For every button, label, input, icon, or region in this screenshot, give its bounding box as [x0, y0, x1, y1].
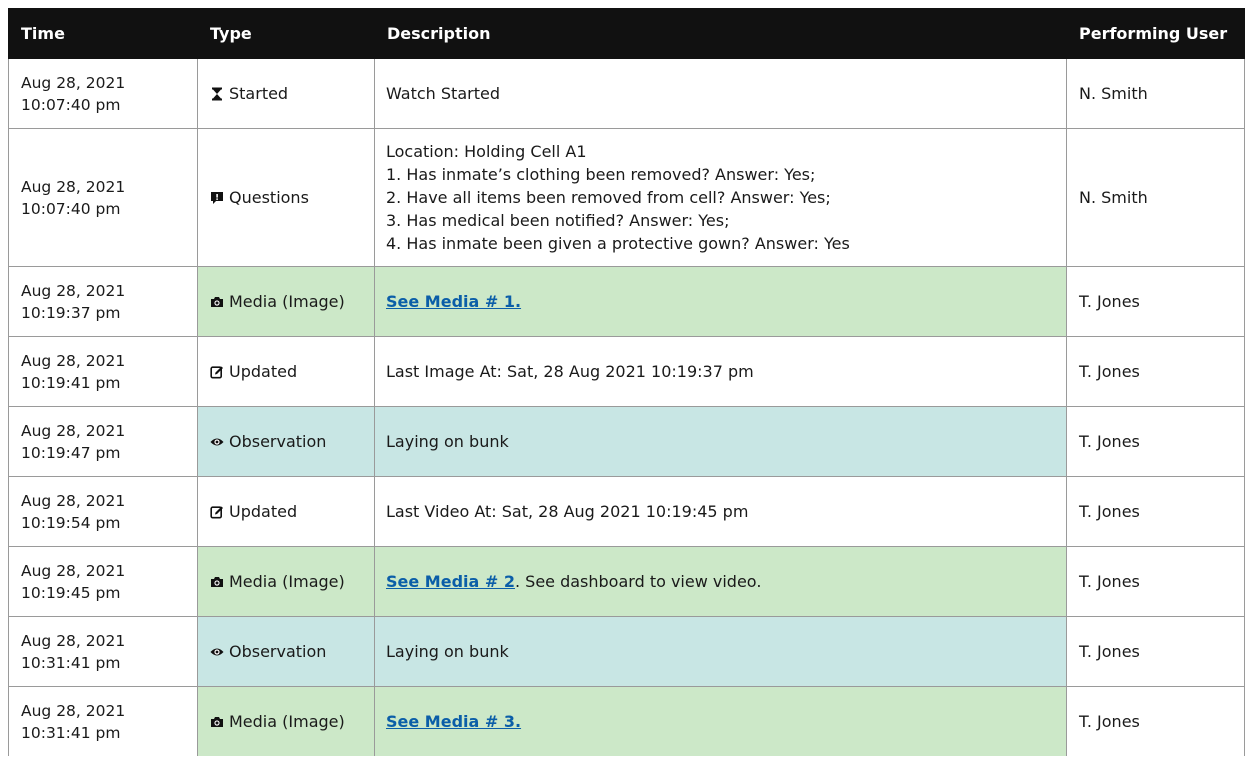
description-cell: Laying on bunk — [374, 406, 1067, 477]
date-text: Aug 28, 2021 — [21, 561, 126, 580]
description-cell: Last Image At: Sat, 28 Aug 2021 10:19:37… — [374, 336, 1067, 407]
description-cell: See Media # 3. — [374, 686, 1067, 756]
edit-icon — [210, 365, 224, 379]
description-cell: Location: Holding Cell A1 1. Has inmate’… — [374, 128, 1067, 267]
type-label: Started — [229, 84, 289, 103]
time-cell: Aug 28, 2021 10:31:41 pm — [8, 616, 198, 687]
time-cell: Aug 28, 2021 10:19:54 pm — [8, 476, 198, 547]
user-cell: N. Smith — [1066, 128, 1245, 267]
description-cell: Watch Started — [374, 58, 1067, 129]
user-cell: T. Jones — [1066, 336, 1245, 407]
edit-icon — [210, 505, 224, 519]
clock-text: 10:19:54 pm — [21, 513, 121, 532]
time-cell: Aug 28, 2021 10:07:40 pm — [8, 58, 198, 129]
description-text: . See dashboard to view video. — [514, 572, 762, 591]
table-row: Aug 28, 2021 10:19:54 pm Updated Last Vi… — [8, 476, 1245, 547]
description-cell: See Media # 1. — [374, 266, 1067, 337]
eye-icon — [210, 645, 224, 659]
type-label: Updated — [229, 362, 298, 381]
type-label: Media (Image) — [229, 572, 345, 591]
clock-text: 10:19:45 pm — [21, 583, 121, 602]
date-text: Aug 28, 2021 — [21, 73, 126, 92]
clock-text: 10:19:41 pm — [21, 373, 121, 392]
time-cell: Aug 28, 2021 10:19:47 pm — [8, 406, 198, 477]
date-text: Aug 28, 2021 — [21, 177, 126, 196]
table-row: Aug 28, 2021 10:07:40 pm Started Watch S… — [8, 58, 1245, 129]
camera-icon — [210, 295, 224, 309]
column-header-description[interactable]: Description — [374, 8, 1067, 59]
type-cell: Media (Image) — [197, 266, 375, 337]
type-label: Observation — [229, 642, 327, 661]
date-text: Aug 28, 2021 — [21, 281, 126, 300]
user-cell: N. Smith — [1066, 58, 1245, 129]
user-cell: T. Jones — [1066, 476, 1245, 547]
type-label: Media (Image) — [229, 292, 345, 311]
question-line: 1. Has inmate’s clothing been removed? A… — [386, 165, 816, 184]
column-header-time[interactable]: Time — [8, 8, 198, 59]
clock-text: 10:19:37 pm — [21, 303, 121, 322]
type-cell: Updated — [197, 476, 375, 547]
table-row: Aug 28, 2021 10:19:37 pm Media (Image) S… — [8, 266, 1245, 337]
user-cell: T. Jones — [1066, 686, 1245, 756]
clock-text: 10:07:40 pm — [21, 199, 121, 218]
question-line: 2. Have all items been removed from cell… — [386, 188, 831, 207]
time-cell: Aug 28, 2021 10:07:40 pm — [8, 128, 198, 267]
date-text: Aug 28, 2021 — [21, 701, 126, 720]
clock-text: 10:07:40 pm — [21, 95, 121, 114]
type-cell: Questions — [197, 128, 375, 267]
table-row: Aug 28, 2021 10:19:47 pm Observation Lay… — [8, 406, 1245, 477]
clock-text: 10:31:41 pm — [21, 653, 121, 672]
description-cell: Last Video At: Sat, 28 Aug 2021 10:19:45… — [374, 476, 1067, 547]
question-line: Location: Holding Cell A1 — [386, 142, 587, 161]
time-cell: Aug 28, 2021 10:31:41 pm — [8, 686, 198, 756]
camera-icon — [210, 575, 224, 589]
type-cell: Observation — [197, 616, 375, 687]
type-cell: Updated — [197, 336, 375, 407]
type-cell: Observation — [197, 406, 375, 477]
user-cell: T. Jones — [1066, 616, 1245, 687]
type-cell: Started — [197, 58, 375, 129]
table-row: Aug 28, 2021 10:19:45 pm Media (Image) S… — [8, 546, 1245, 617]
question-line: 3. Has medical been notified? Answer: Ye… — [386, 211, 730, 230]
table-row: Aug 28, 2021 10:31:41 pm Observation Lay… — [8, 616, 1245, 687]
see-media-link[interactable]: See Media # 1. — [386, 292, 521, 311]
user-cell: T. Jones — [1066, 546, 1245, 617]
hourglass-icon — [210, 87, 224, 101]
table-row: Aug 28, 2021 10:19:41 pm Updated Last Im… — [8, 336, 1245, 407]
camera-icon — [210, 715, 224, 729]
description-cell: See Media # 2. See dashboard to view vid… — [374, 546, 1067, 617]
time-cell: Aug 28, 2021 10:19:45 pm — [8, 546, 198, 617]
date-text: Aug 28, 2021 — [21, 351, 126, 370]
see-media-link[interactable]: See Media # 3. — [386, 712, 521, 731]
comment-exclamation-icon — [210, 191, 224, 205]
table-row: Aug 28, 2021 10:31:41 pm Media (Image) S… — [8, 686, 1245, 756]
clock-text: 10:19:47 pm — [21, 443, 121, 462]
activity-log-table: Time Type Description Performing User Au… — [8, 8, 1245, 756]
table-row: Aug 28, 2021 10:07:40 pm Questions Locat… — [8, 128, 1245, 267]
user-cell: T. Jones — [1066, 406, 1245, 477]
date-text: Aug 28, 2021 — [21, 631, 126, 650]
column-header-type[interactable]: Type — [197, 8, 375, 59]
type-cell: Media (Image) — [197, 686, 375, 756]
type-label: Questions — [229, 188, 309, 207]
date-text: Aug 28, 2021 — [21, 421, 126, 440]
type-cell: Media (Image) — [197, 546, 375, 617]
question-line: 4. Has inmate been given a protective go… — [386, 234, 850, 253]
time-cell: Aug 28, 2021 10:19:37 pm — [8, 266, 198, 337]
user-cell: T. Jones — [1066, 266, 1245, 337]
time-cell: Aug 28, 2021 10:19:41 pm — [8, 336, 198, 407]
table-header-row: Time Type Description Performing User — [8, 8, 1245, 59]
column-header-performing-user[interactable]: Performing User — [1066, 8, 1245, 59]
type-label: Media (Image) — [229, 712, 345, 731]
eye-icon — [210, 435, 224, 449]
description-cell: Laying on bunk — [374, 616, 1067, 687]
clock-text: 10:31:41 pm — [21, 723, 121, 742]
see-media-link[interactable]: See Media # 2 — [386, 572, 515, 591]
date-text: Aug 28, 2021 — [21, 491, 126, 510]
type-label: Updated — [229, 502, 298, 521]
type-label: Observation — [229, 432, 327, 451]
